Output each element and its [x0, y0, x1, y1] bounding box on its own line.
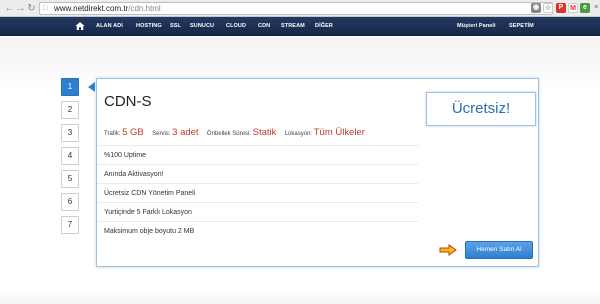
step-3[interactable]: 3 — [61, 124, 79, 142]
location-value: Tüm Ülkeler — [313, 127, 365, 138]
extension-icon[interactable]: e — [580, 3, 590, 13]
cache-label: Önbellek Süresi: — [206, 131, 251, 137]
nav-hosting[interactable]: HOSTING — [136, 17, 162, 36]
feature-activation: Anında Aktivasyon! — [97, 164, 418, 183]
feature-panel: Ücretsiz CDN Yönetim Paneli — [97, 183, 418, 202]
page-icon: □ — [43, 5, 48, 12]
nav-musteri-paneli[interactable]: Müşteri Paneli — [457, 17, 496, 36]
service-label: Servis: — [152, 131, 171, 137]
nav-ssl[interactable]: SSL — [170, 17, 181, 36]
traffic-label: Trafik: — [104, 131, 121, 137]
star-icon[interactable]: ☆ — [543, 3, 553, 13]
browser-toolbar: ← → ↻ □ www.netdirekt.com.tr/cdn.html ◉ … — [0, 0, 600, 17]
location-label: Lokasyon: — [284, 131, 313, 137]
url-path: /cdn.html — [128, 4, 161, 13]
pdf-extension-icon[interactable]: P — [556, 3, 566, 13]
step-5[interactable]: 5 — [61, 170, 79, 188]
cache-value: Statik — [252, 127, 277, 138]
traffic-value: 5 GB — [122, 127, 144, 138]
step-2[interactable]: 2 — [61, 101, 79, 119]
step-6[interactable]: 6 — [61, 193, 79, 211]
service-value: 3 adet — [172, 127, 199, 138]
arrow-right-icon — [439, 244, 457, 256]
plan-title: CDN-S — [104, 93, 152, 110]
step-7[interactable]: 7 — [61, 216, 79, 234]
nav-diger[interactable]: DİĞER — [315, 17, 333, 36]
step-1[interactable]: 1 — [61, 78, 79, 96]
plan-card: CDN-S Ücretsiz! Trafik: 5 GB Servis: 3 a… — [96, 78, 539, 267]
step-4[interactable]: 4 — [61, 147, 79, 165]
nav-cdn[interactable]: CDN — [258, 17, 270, 36]
nav-sepetim[interactable]: SEPETİM — [509, 17, 534, 36]
nav-sunucu[interactable]: SUNUCU — [190, 17, 214, 36]
address-bar[interactable]: □ www.netdirekt.com.tr/cdn.html — [39, 2, 553, 15]
gmail-icon[interactable]: M — [568, 3, 578, 13]
active-step-pointer — [88, 82, 95, 92]
nav-cloud[interactable]: CLOUD — [226, 17, 246, 36]
buy-now-button[interactable]: Hemen Satın Al — [465, 241, 533, 259]
back-icon[interactable]: ← — [4, 3, 15, 14]
feature-locations: Yurtiçinde 5 Farklı Lokasyon — [97, 202, 418, 221]
page-footer-band — [0, 290, 600, 304]
main-navbar: ALAN ADI HOSTING SSL SUNUCU CLOUD CDN ST… — [0, 17, 600, 36]
nav-alan-adi[interactable]: ALAN ADI — [96, 17, 123, 36]
forward-icon[interactable]: → — [15, 3, 26, 14]
url-host: www.netdirekt.com.tr — [54, 4, 129, 13]
menu-icon[interactable]: ≡ — [591, 3, 600, 13]
eye-icon[interactable]: ◉ — [531, 3, 541, 13]
plan-specs: Trafik: 5 GB Servis: 3 adet Önbellek Sür… — [104, 127, 365, 138]
price-badge: Ücretsiz! — [426, 92, 536, 126]
feature-object-size: Maksimum obje boyutu 2 MB — [97, 221, 418, 240]
home-icon[interactable] — [75, 21, 85, 31]
nav-stream[interactable]: STREAM — [281, 17, 305, 36]
reload-icon[interactable]: ↻ — [26, 3, 37, 14]
feature-uptime: %100 Uptime — [97, 145, 418, 164]
